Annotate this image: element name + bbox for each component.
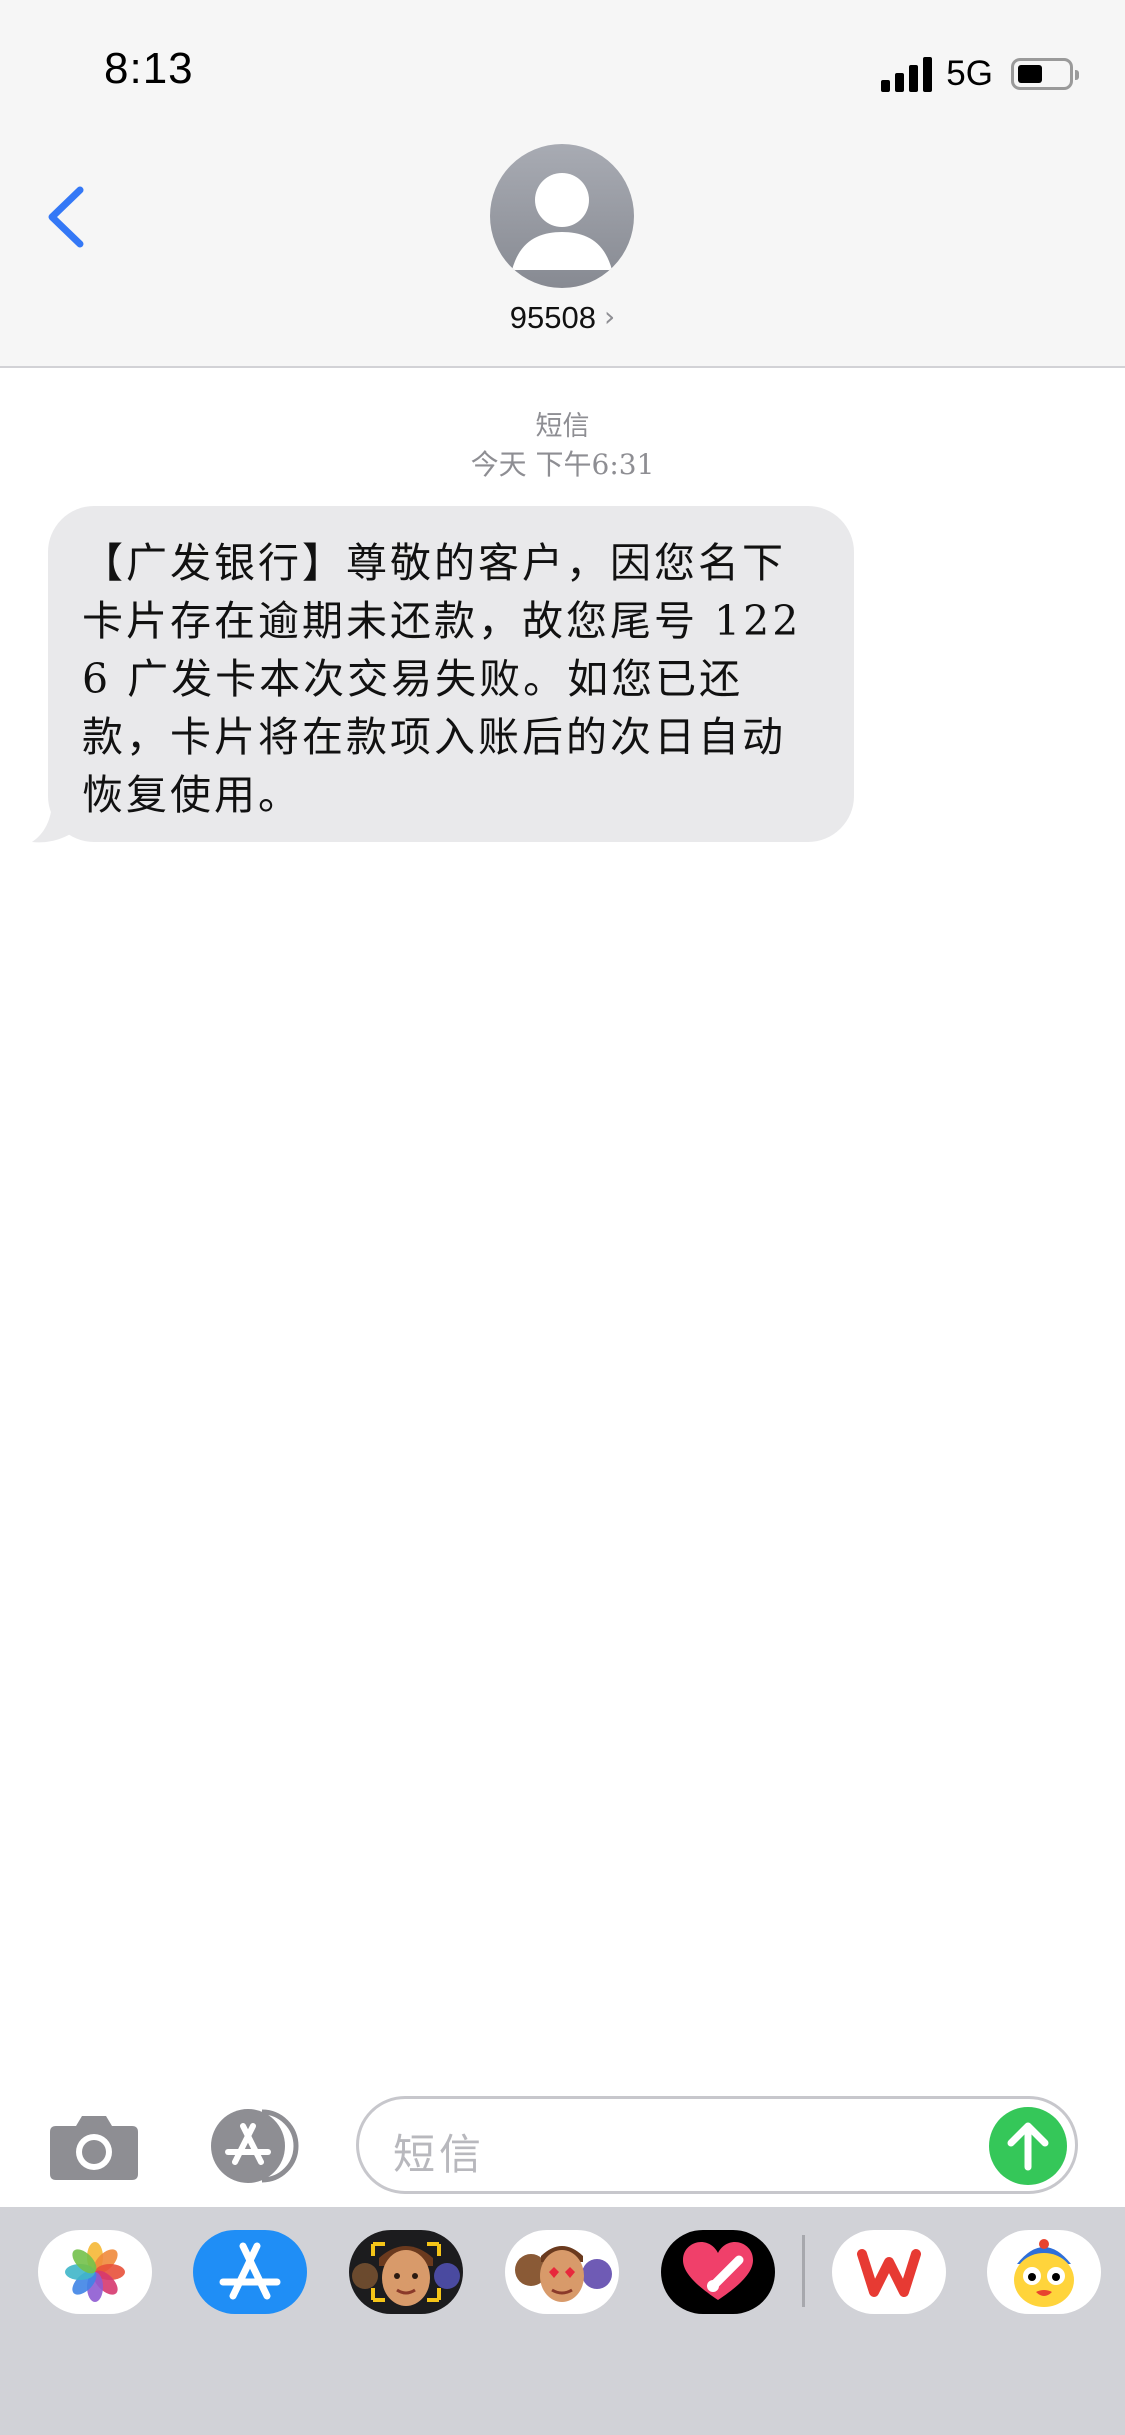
message-service-label: 短信 [535,411,590,442]
status-time: 8:13 [104,44,194,93]
send-arrow-icon [1007,2122,1049,2171]
message-input[interactable]: 短信 [356,2096,1078,2194]
status-indicators: 5G [881,52,1079,96]
memoji-app[interactable] [349,2230,463,2314]
digital-touch-icon [683,2242,753,2300]
cellular-signal-icon [881,56,933,92]
animoji-icon [515,2246,612,2302]
app-store-icon [219,2242,281,2300]
wps-icon [857,2249,921,2297]
app-store-app[interactable] [193,2230,307,2314]
animoji-app[interactable] [505,2230,619,2314]
photos-icon [65,2242,125,2302]
wps-app[interactable] [832,2230,946,2314]
contact-name-button[interactable]: 95508 › [0,300,1125,336]
network-type: 5G [946,54,993,93]
chevron-right-icon: › [604,300,616,333]
memoji-icon [352,2242,460,2306]
camera-icon [50,2116,138,2180]
app-store-button[interactable] [200,2108,306,2184]
cartoon-sticker-icon [1014,2239,1074,2307]
camera-button[interactable] [48,2110,140,2182]
battery-fill [1018,65,1042,83]
sticker-app[interactable] [987,2230,1101,2314]
digital-touch-app[interactable] [661,2230,775,2314]
contact-name: 95508 [509,300,596,335]
send-button[interactable] [989,2107,1067,2185]
photos-app[interactable] [38,2230,152,2314]
incoming-message-bubble[interactable]: 【广发银行】尊敬的客户，因您名下卡片存在逾期未还款，故您尾号 1226 广发卡本… [48,506,854,842]
imessage-app-drawer [0,2207,1125,2435]
message-timestamp: 今天 下午6:31 [470,448,655,481]
chevron-left-icon [48,186,84,248]
drawer-divider [802,2235,805,2307]
battery-icon [1011,58,1079,90]
conversation-header: 8:13 5G 95508 › [0,0,1125,368]
contact-avatar-icon[interactable] [490,144,634,288]
back-button[interactable] [40,180,100,254]
app-store-icon [211,2109,299,2183]
message-text: 【广发银行】尊敬的客户，因您名下卡片存在逾期未还款，故您尾号 1226 广发卡本… [82,539,802,819]
message-input-placeholder: 短信 [393,2130,486,2179]
